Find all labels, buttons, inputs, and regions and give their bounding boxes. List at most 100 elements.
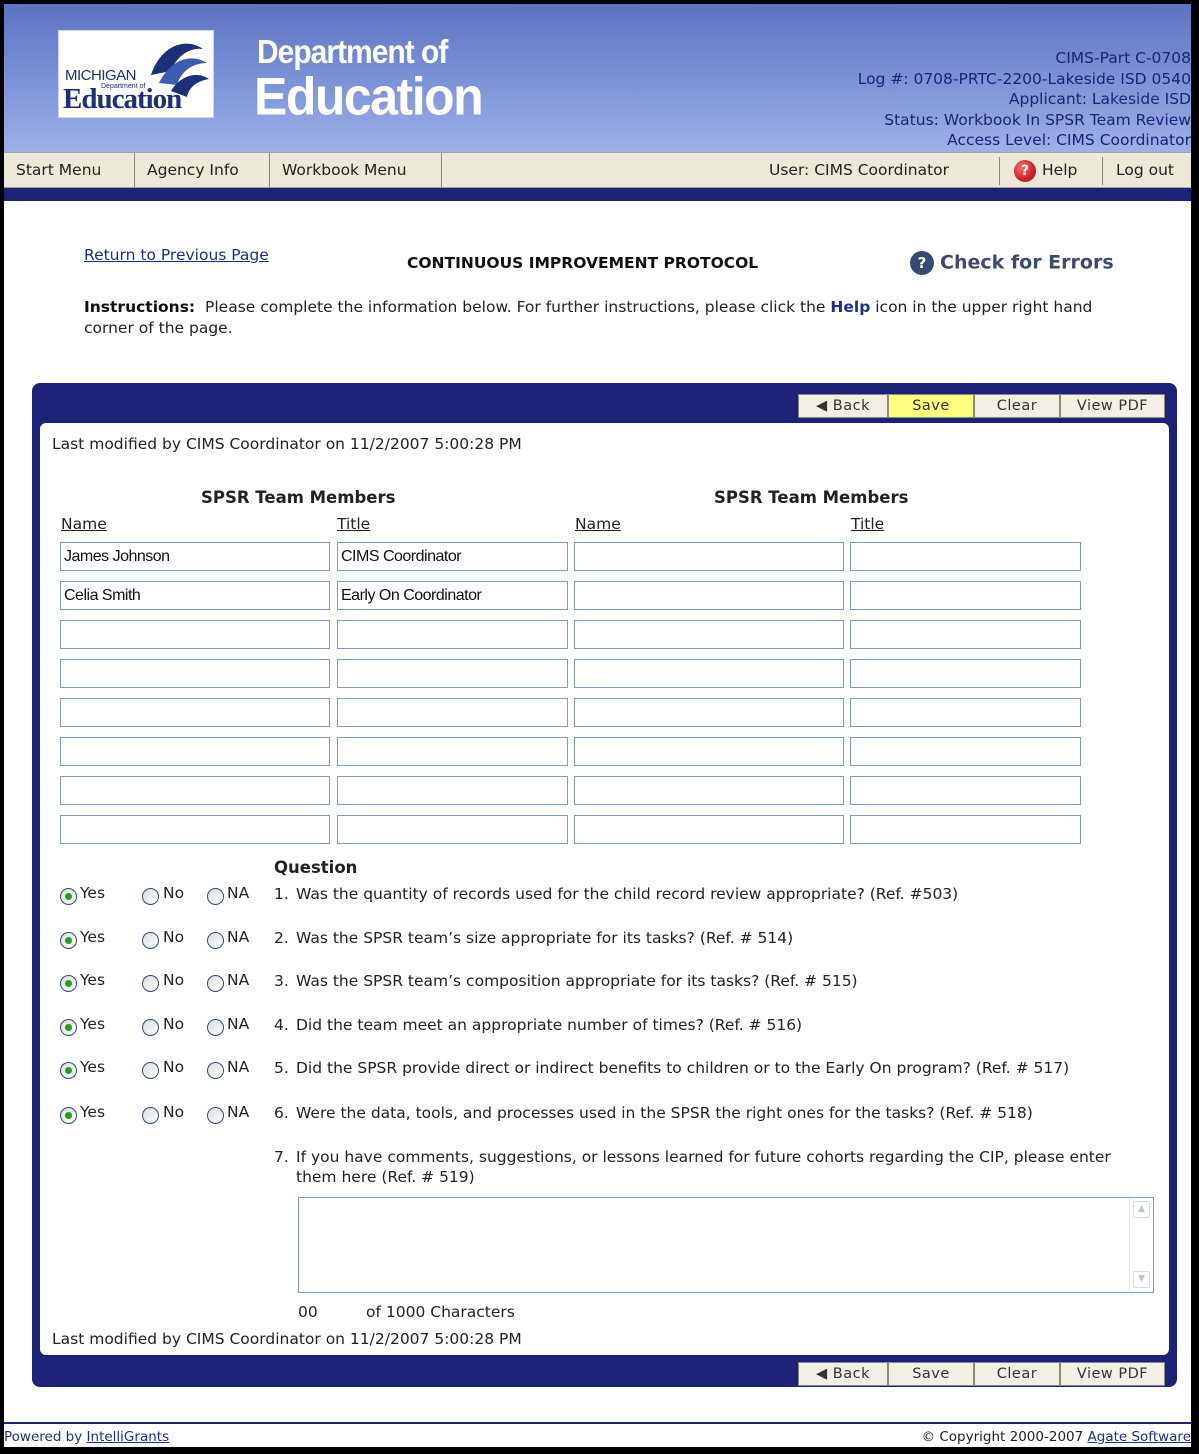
clear-button[interactable]: Clear bbox=[974, 394, 1060, 418]
radio-yes[interactable] bbox=[60, 975, 77, 992]
team-title-field[interactable] bbox=[337, 698, 568, 727]
team-name-field[interactable] bbox=[60, 698, 330, 727]
team-title-field[interactable]: CIMS Coordinator bbox=[337, 542, 568, 571]
question-number: 6. bbox=[274, 1104, 289, 1122]
radio-no[interactable] bbox=[142, 1019, 159, 1036]
nav-logout[interactable]: Log out bbox=[1104, 153, 1191, 187]
page-frame: MICHIGAN Department of Education Departm… bbox=[4, 4, 1191, 1447]
radio-na[interactable] bbox=[207, 888, 224, 905]
radio-no-label: No bbox=[163, 884, 185, 902]
scroll-up-arrow-icon[interactable]: ▲ bbox=[1133, 1201, 1150, 1218]
team-title-field[interactable]: Early On Coordinator bbox=[337, 581, 568, 610]
nav-user-label: User: CIMS Coordinator bbox=[769, 161, 950, 179]
radio-na[interactable] bbox=[207, 1062, 224, 1079]
radio-no[interactable] bbox=[142, 932, 159, 949]
save-button[interactable]: Save bbox=[888, 394, 974, 418]
character-limit-text: of 1000 Characters bbox=[366, 1303, 515, 1321]
team-title-field[interactable] bbox=[337, 737, 568, 766]
team-title-field[interactable] bbox=[850, 776, 1081, 805]
team-name-field[interactable] bbox=[574, 698, 844, 727]
return-to-previous-page-link[interactable]: Return to Previous Page bbox=[84, 246, 269, 264]
team-title-field[interactable] bbox=[337, 659, 568, 688]
radio-na-label: NA bbox=[227, 928, 250, 946]
team-title-field[interactable] bbox=[850, 542, 1081, 571]
last-modified-top: Last modified by CIMS Coordinator on 11/… bbox=[52, 435, 522, 453]
team-name-field[interactable] bbox=[60, 620, 330, 649]
title-column-label: Title bbox=[851, 515, 885, 533]
radio-na-label: NA bbox=[227, 884, 250, 902]
team-name-field[interactable] bbox=[60, 776, 330, 805]
nav-bar: Start Menu Agency Info Workbook Menu Use… bbox=[4, 152, 1191, 188]
question-number: 7. bbox=[274, 1148, 289, 1166]
radio-no[interactable] bbox=[142, 975, 159, 992]
radio-na[interactable] bbox=[207, 932, 224, 949]
radio-yes[interactable] bbox=[60, 932, 77, 949]
instructions-text-1: Please complete the information below. F… bbox=[205, 298, 826, 316]
powered-by-prefix: Powered by bbox=[4, 1429, 83, 1445]
radio-na[interactable] bbox=[207, 975, 224, 992]
question-text: If you have comments, suggestions, or le… bbox=[296, 1148, 1111, 1186]
question-text: Was the quantity of records used for the… bbox=[296, 885, 959, 903]
nav-agency-info[interactable]: Agency Info bbox=[135, 153, 270, 187]
comments-textarea[interactable]: ▲ ▼ bbox=[298, 1197, 1154, 1293]
radio-na[interactable] bbox=[207, 1019, 224, 1036]
radio-yes[interactable] bbox=[60, 1019, 77, 1036]
radio-na[interactable] bbox=[207, 1107, 224, 1124]
save-button[interactable]: Save bbox=[888, 1362, 974, 1386]
radio-no-label: No bbox=[163, 1015, 185, 1033]
radio-no[interactable] bbox=[142, 1107, 159, 1124]
team-title-field[interactable] bbox=[850, 659, 1081, 688]
team-name-field[interactable] bbox=[60, 737, 330, 766]
radio-yes[interactable] bbox=[60, 1062, 77, 1079]
question-number: 4. bbox=[274, 1016, 289, 1034]
team-title-field[interactable] bbox=[337, 620, 568, 649]
team-title-field[interactable] bbox=[337, 776, 568, 805]
team-name-field[interactable] bbox=[574, 581, 844, 610]
team-name-field[interactable]: James Johnson bbox=[60, 542, 330, 571]
radio-yes[interactable] bbox=[60, 888, 77, 905]
team-title-field[interactable] bbox=[850, 581, 1081, 610]
radio-no-label: No bbox=[163, 971, 185, 989]
team-name-field[interactable] bbox=[574, 776, 844, 805]
agate-software-link[interactable]: Agate Software bbox=[1088, 1429, 1191, 1445]
radio-yes-label: Yes bbox=[80, 884, 106, 902]
team-name-field[interactable] bbox=[60, 659, 330, 688]
team-title-field[interactable] bbox=[850, 620, 1081, 649]
view-pdf-button[interactable]: View PDF bbox=[1060, 394, 1165, 418]
bottom-toolbar: ◀ Back Save Clear View PDF bbox=[798, 1362, 1165, 1386]
comments-scrollbar[interactable]: ▲ ▼ bbox=[1129, 1198, 1153, 1292]
title-column-label: Title bbox=[337, 515, 371, 533]
team-title-field[interactable] bbox=[850, 698, 1081, 727]
logo-education-text: Education bbox=[63, 83, 182, 115]
check-for-errors-link[interactable]: ? Check for Errors bbox=[910, 251, 1114, 275]
team-header-right: SPSR Team Members bbox=[714, 488, 909, 507]
team-name-field[interactable] bbox=[574, 620, 844, 649]
team-title-field[interactable] bbox=[850, 737, 1081, 766]
nav-start-menu[interactable]: Start Menu bbox=[4, 153, 135, 187]
team-name-field[interactable] bbox=[574, 737, 844, 766]
question-mark-icon: ? bbox=[910, 251, 934, 275]
question-number: 2. bbox=[274, 929, 289, 947]
team-title-field[interactable] bbox=[337, 815, 568, 844]
radio-yes[interactable] bbox=[60, 1107, 77, 1124]
back-button[interactable]: ◀ Back bbox=[798, 1362, 888, 1386]
radio-no-label: No bbox=[163, 928, 185, 946]
team-name-field[interactable] bbox=[574, 815, 844, 844]
team-title-field[interactable] bbox=[850, 815, 1081, 844]
nav-workbook-menu[interactable]: Workbook Menu bbox=[270, 153, 442, 187]
radio-na-label: NA bbox=[227, 1015, 250, 1033]
scroll-down-arrow-icon[interactable]: ▼ bbox=[1133, 1271, 1150, 1288]
nav-help[interactable]: ? Help bbox=[1002, 153, 1100, 187]
intelligrants-link[interactable]: IntelliGrants bbox=[87, 1429, 170, 1445]
footer-divider bbox=[4, 1422, 1191, 1424]
radio-no[interactable] bbox=[142, 888, 159, 905]
team-name-field[interactable] bbox=[574, 659, 844, 688]
back-button[interactable]: ◀ Back bbox=[798, 394, 888, 418]
radio-no[interactable] bbox=[142, 1062, 159, 1079]
team-name-field[interactable] bbox=[60, 815, 330, 844]
question-number: 5. bbox=[274, 1059, 289, 1077]
view-pdf-button[interactable]: View PDF bbox=[1060, 1362, 1165, 1386]
team-name-field[interactable]: Celia Smith bbox=[60, 581, 330, 610]
clear-button[interactable]: Clear bbox=[974, 1362, 1060, 1386]
team-name-field[interactable] bbox=[574, 542, 844, 571]
